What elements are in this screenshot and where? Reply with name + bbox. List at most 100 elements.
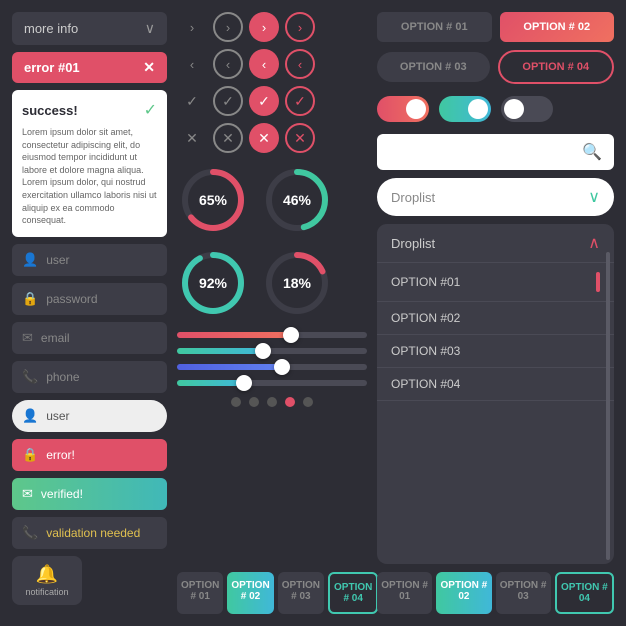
- right-arrow-outline-pink[interactable]: ›: [285, 12, 315, 42]
- btab-option3[interactable]: OPTION # 03: [496, 572, 551, 614]
- slider-3[interactable]: [177, 364, 367, 370]
- toggle-3[interactable]: [501, 96, 553, 122]
- chevron-down-icon2: ∨: [588, 187, 600, 207]
- slider-2[interactable]: [177, 348, 367, 354]
- toggle-2[interactable]: [439, 96, 491, 122]
- slider-4[interactable]: [177, 380, 367, 386]
- middle-column: › › › › ‹ ‹ ‹ ‹ ✓ ✓ ✓ ✓ ✕ ✕ ✕ ✕: [177, 12, 367, 614]
- droplist-closed[interactable]: Droplist ∨: [377, 178, 614, 216]
- close-icon[interactable]: ✕: [143, 59, 155, 76]
- progress-92: 92%: [177, 247, 249, 319]
- droplist-open-header[interactable]: Droplist ∧: [377, 224, 614, 263]
- btab-option4[interactable]: OPTION # 04: [555, 572, 614, 614]
- option-btn-03[interactable]: OPTION # 03: [377, 52, 490, 82]
- droplist-item-1[interactable]: OPTION #01: [377, 263, 614, 302]
- slider-1[interactable]: [177, 332, 367, 338]
- droplist-item-2[interactable]: OPTION #02: [377, 302, 614, 335]
- lock2-icon: 🔒: [22, 447, 38, 463]
- cross-outline-pink[interactable]: ✕: [285, 123, 315, 153]
- toggle-1-thumb: [406, 99, 426, 119]
- toggle-2-thumb: [468, 99, 488, 119]
- left-arrow-outline[interactable]: ‹: [213, 49, 243, 79]
- success-text: Lorem ipsum dolor sit amet, consectetur …: [22, 126, 157, 227]
- droplist-label: Droplist: [391, 190, 435, 205]
- success-box: success! ✓ Lorem ipsum dolor sit amet, c…: [12, 90, 167, 237]
- dropdown-label: more info: [24, 21, 78, 36]
- btab-option2[interactable]: OPTION # 02: [436, 572, 491, 614]
- validation-input[interactable]: 📞 validation needed: [12, 517, 167, 549]
- dot-5[interactable]: [303, 397, 313, 407]
- error-input-label: error!: [46, 448, 75, 462]
- right-arrow-flat[interactable]: ›: [177, 12, 207, 42]
- option-btn-01[interactable]: OPTION # 01: [377, 12, 492, 42]
- cross-filled[interactable]: ✕: [249, 123, 279, 153]
- indicator-1: [596, 272, 600, 292]
- pct-65: 65%: [199, 192, 227, 208]
- bell-icon: 🔔: [36, 564, 58, 585]
- option-btn-02[interactable]: OPTION # 02: [500, 12, 615, 42]
- left-column: more info ∨ error #01 ✕ success! ✓ Lorem…: [12, 12, 167, 614]
- more-info-dropdown[interactable]: more info ∨: [12, 12, 167, 45]
- email-label: email: [41, 331, 70, 345]
- check-filled[interactable]: ✓: [249, 86, 279, 116]
- dot-2[interactable]: [249, 397, 259, 407]
- dot-1[interactable]: [231, 397, 241, 407]
- droplist-open-label: Droplist: [391, 236, 435, 251]
- search-input[interactable]: [389, 145, 582, 160]
- cross-flat[interactable]: ✕: [177, 123, 207, 153]
- dot-3[interactable]: [267, 397, 277, 407]
- bottom-tab-bar-mid: OPTION # 01 OPTION # 02 OPTION # 03 OPTI…: [177, 572, 367, 614]
- verified-input[interactable]: ✉ verified!: [12, 478, 167, 510]
- user2-icon: 👤: [22, 408, 38, 424]
- error-bar: error #01 ✕: [12, 52, 167, 83]
- btab-option1[interactable]: OPTION # 01: [377, 572, 432, 614]
- progress-row-top: 65% 46%: [177, 164, 367, 236]
- check-icon: ✓: [144, 100, 157, 120]
- notification-button[interactable]: 🔔 notification: [12, 556, 82, 605]
- top-option-row: OPTION # 01 OPTION # 02: [377, 12, 614, 42]
- right-arrow-outline[interactable]: ›: [213, 12, 243, 42]
- tab-option3[interactable]: OPTION # 03: [278, 572, 324, 614]
- chevron-up-icon: ∧: [588, 233, 600, 253]
- toggle-row: [377, 96, 614, 122]
- user-light-input[interactable]: 👤 user: [12, 400, 167, 432]
- pct-46: 46%: [283, 192, 311, 208]
- droplist-item-3[interactable]: OPTION #03: [377, 335, 614, 368]
- search-bar[interactable]: 🔍: [377, 134, 614, 170]
- right-arrow-filled[interactable]: ›: [249, 12, 279, 42]
- toggle-3-thumb: [504, 99, 524, 119]
- left-arrow-flat[interactable]: ‹: [177, 49, 207, 79]
- phone-input[interactable]: 📞 phone: [12, 361, 167, 393]
- check-outline-pink[interactable]: ✓: [285, 86, 315, 116]
- phone-label: phone: [46, 370, 79, 384]
- user-input[interactable]: 👤 user: [12, 244, 167, 276]
- email-icon: ✉: [22, 330, 33, 346]
- lock-icon: 🔒: [22, 291, 38, 307]
- left-arrow-outline-pink[interactable]: ‹: [285, 49, 315, 79]
- email-input[interactable]: ✉ email: [12, 322, 167, 354]
- bottom-tab-row-right: OPTION # 01 OPTION # 02 OPTION # 03 OPTI…: [377, 572, 614, 614]
- check-outline[interactable]: ✓: [213, 86, 243, 116]
- left-arrow-filled[interactable]: ‹: [249, 49, 279, 79]
- droplist-item-4[interactable]: OPTION #04: [377, 368, 614, 401]
- option-btn-04[interactable]: OPTION # 04: [498, 50, 615, 84]
- password-input[interactable]: 🔒 password: [12, 283, 167, 315]
- dot-4-active[interactable]: [285, 397, 295, 407]
- notification-label: notification: [25, 587, 68, 597]
- tab-option1[interactable]: OPTION # 01: [177, 572, 223, 614]
- left-arrow-row: ‹ ‹ ‹ ‹: [177, 49, 367, 79]
- error-input[interactable]: 🔒 error!: [12, 439, 167, 471]
- success-label: success!: [22, 103, 78, 118]
- toggle-1[interactable]: [377, 96, 429, 122]
- cross-outline[interactable]: ✕: [213, 123, 243, 153]
- check-flat[interactable]: ✓: [177, 86, 207, 116]
- cross-row: ✕ ✕ ✕ ✕: [177, 123, 367, 153]
- validation-label: validation needed: [46, 526, 140, 540]
- chevron-down-icon: ∨: [145, 20, 155, 37]
- tab-option4[interactable]: OPTION # 04: [328, 572, 378, 614]
- password-label: password: [46, 292, 97, 306]
- user2-label: user: [46, 409, 69, 423]
- progress-row-bottom: 92% 18%: [177, 247, 367, 319]
- tab-option2[interactable]: OPTION # 02: [227, 572, 273, 614]
- scrollbar[interactable]: [606, 252, 610, 560]
